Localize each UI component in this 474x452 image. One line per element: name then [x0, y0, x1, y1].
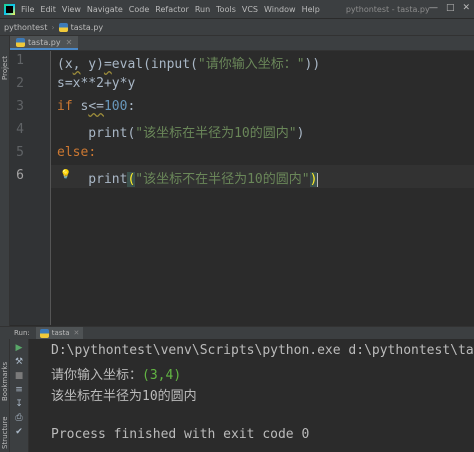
menu-vcs[interactable]: VCS — [242, 5, 258, 14]
run-tab-label: tasta — [51, 329, 70, 337]
token: <= — [88, 99, 104, 114]
code-line-6: print("该坐标不在半径为10的圆内") — [57, 168, 319, 187]
line-number: 4 — [16, 122, 24, 137]
line-number: 2 — [16, 76, 24, 91]
left-tool-strip: Project — [0, 36, 10, 326]
line-number: 1 — [16, 53, 24, 68]
menu-navigate[interactable]: Navigate — [87, 5, 123, 14]
menu-view[interactable]: View — [62, 5, 81, 14]
print-icon[interactable]: ⎙ — [13, 412, 25, 424]
code-line-4: print("该坐标在半径为10的圆内") — [57, 122, 304, 141]
token: )) — [304, 57, 321, 72]
close-icon[interactable]: ✕ — [462, 3, 470, 13]
bookmarks-tool-tab[interactable]: Bookmarks — [1, 362, 9, 401]
console-command-line: D:\pythontest\venv\Scripts\python.exe d:… — [51, 343, 474, 358]
run-tab-bar: Run: tasta ✕ — [0, 326, 474, 339]
run-label: Run: — [14, 329, 30, 337]
menu-refactor[interactable]: Refactor — [155, 5, 189, 14]
structure-tool-tab[interactable]: Structure — [1, 416, 9, 449]
line-number: 6 — [16, 168, 24, 183]
menu-window[interactable]: Window — [264, 5, 296, 14]
keyword-token: if — [57, 99, 73, 114]
run-toolbar: ▶ ⚒ ■ ≡ ↧ ⎙ ✔ — [10, 339, 29, 452]
breadcrumb-file[interactable]: tasta.py — [71, 23, 104, 32]
token: ) — [296, 126, 305, 141]
token: y) — [80, 57, 104, 72]
pin-icon[interactable]: ✔ — [13, 426, 25, 438]
string-token: "该坐标不在半径为10的圆内" — [135, 172, 310, 187]
rerun-icon[interactable]: ▶ — [13, 342, 25, 354]
token: s — [72, 99, 89, 114]
token: : — [127, 99, 136, 114]
menu-run[interactable]: Run — [195, 5, 210, 14]
breadcrumb-project[interactable]: pythontest — [4, 23, 47, 32]
scroll-to-end-icon[interactable]: ↧ — [13, 398, 25, 410]
tab-tasta-py[interactable]: tasta.py ✕ — [10, 36, 79, 50]
console-prompt: 请你输入坐标： — [51, 368, 143, 383]
menu-tools[interactable]: Tools — [216, 5, 236, 14]
breadcrumb: pythontest › tasta.py — [0, 19, 474, 36]
pycharm-logo-icon — [4, 3, 15, 15]
menu-edit[interactable]: Edit — [40, 5, 56, 14]
token: (x — [57, 57, 73, 72]
token: print — [57, 172, 128, 187]
console-result-line: 该坐标在半径为10的圆内 — [51, 389, 197, 404]
close-icon[interactable]: ✕ — [74, 329, 80, 337]
code-line-5: else: — [57, 145, 96, 160]
window-title: pythontest - tasta.py — [345, 4, 430, 14]
code-editor[interactable]: 1 2 3 4 5 6 💡 (x, y)=eval(input("请你输入坐标：… — [10, 51, 474, 325]
menu-help[interactable]: Help — [302, 5, 320, 14]
line-number: 5 — [16, 145, 24, 160]
number-token: 100 — [103, 99, 128, 114]
tab-label: tasta.py — [28, 37, 61, 47]
run-console[interactable]: D:\pythontest\venv\Scripts\python.exe d:… — [29, 339, 474, 452]
editor-tabs: tasta.py ✕ — [10, 36, 474, 51]
menu-bar: File Edit View Navigate Code Refactor Ru… — [0, 0, 474, 19]
console-prompt-line: 请你输入坐标：(3,4) — [51, 364, 181, 383]
code-line-2: s=x**2+y*y — [57, 76, 136, 91]
minimize-icon[interactable]: — — [429, 3, 438, 13]
maximize-icon[interactable]: □ — [446, 3, 455, 13]
python-file-icon — [58, 22, 68, 32]
project-tool-tab[interactable]: Project — [1, 56, 9, 80]
line-number: 3 — [16, 99, 24, 114]
console-user-input: (3,4) — [142, 368, 182, 383]
code-line-1: (x, y)=eval(input("请你输入坐标：")) — [57, 53, 320, 72]
left-tool-strip-lower: Bookmarks Structure — [0, 339, 10, 452]
soft-wrap-icon[interactable]: ≡ — [13, 384, 25, 396]
string-token: "请你输入坐标：" — [197, 57, 305, 72]
wrench-icon[interactable]: ⚒ — [13, 356, 25, 368]
menu-code[interactable]: Code — [129, 5, 149, 14]
close-icon[interactable]: ✕ — [66, 38, 73, 47]
python-file-icon — [39, 328, 49, 338]
code-line-3: if s<=100: — [57, 99, 135, 114]
token: ) — [309, 172, 318, 187]
stop-icon[interactable]: ■ — [13, 370, 25, 382]
run-tab-tasta[interactable]: tasta ✕ — [35, 327, 84, 339]
chevron-right-icon: › — [51, 22, 55, 32]
token: eval(input( — [111, 57, 198, 72]
string-token: "该坐标在半径为10的圆内" — [135, 126, 297, 141]
python-file-icon — [16, 37, 25, 47]
console-exit-line: Process finished with exit code 0 — [51, 427, 310, 442]
token: = — [103, 57, 112, 72]
token: print( — [57, 126, 136, 141]
window-controls: — □ ✕ — [429, 3, 470, 13]
line-gutter: 1 2 3 4 5 6 — [10, 51, 51, 325]
text-caret — [317, 172, 319, 187]
keyword-token: else — [57, 145, 89, 160]
token: : — [88, 145, 97, 160]
menu-file[interactable]: File — [21, 5, 34, 14]
